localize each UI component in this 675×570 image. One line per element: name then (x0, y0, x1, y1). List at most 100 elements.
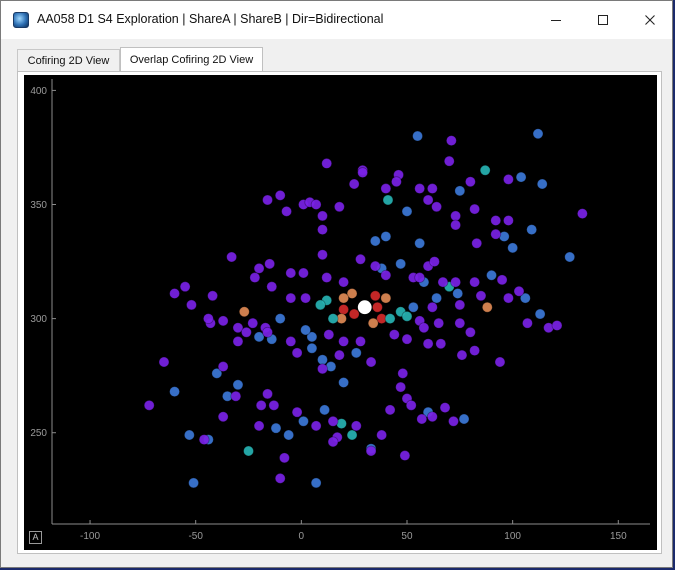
y-tick-label: 300 (30, 314, 47, 325)
data-point (551, 320, 563, 331)
data-point (450, 276, 461, 288)
data-point (188, 477, 199, 489)
data-point (300, 292, 311, 304)
data-point (426, 301, 438, 313)
y-tick-label: 350 (30, 200, 47, 211)
data-point (226, 251, 238, 263)
data-point (422, 338, 434, 350)
data-point (522, 317, 533, 329)
y-tick-label: 250 (30, 428, 47, 439)
data-point (169, 386, 180, 398)
data-point (270, 422, 282, 434)
minimize-button[interactable] (533, 1, 579, 39)
data-point (186, 299, 197, 311)
data-point (291, 406, 303, 418)
data-point (348, 178, 360, 190)
data-point (534, 308, 546, 320)
data-point (241, 326, 252, 338)
data-point (395, 258, 407, 270)
data-point (414, 183, 426, 194)
data-point (397, 367, 409, 379)
x-tick-label: 50 (401, 531, 413, 542)
data-point (454, 299, 466, 311)
data-point (350, 420, 362, 432)
data-point (401, 310, 413, 322)
tab-overlap-cofiring-2d-view[interactable]: Overlap Cofiring 2D View (120, 47, 263, 72)
data-point (479, 164, 491, 176)
data-point (327, 313, 339, 325)
data-point (306, 342, 318, 354)
x-tick-label: -100 (80, 531, 100, 542)
data-point (317, 354, 328, 366)
data-point (507, 242, 519, 254)
data-point (274, 472, 286, 484)
data-point (255, 399, 267, 411)
data-point (431, 292, 442, 304)
maximize-button[interactable] (580, 1, 626, 39)
data-point (418, 322, 430, 334)
data-point (369, 290, 381, 302)
data-point (357, 167, 369, 178)
data-point (232, 379, 244, 391)
y-tick-label: 400 (30, 86, 47, 97)
data-point (503, 292, 514, 304)
data-point (469, 276, 481, 288)
app-icon (13, 12, 29, 28)
scatter-plot[interactable]: -100 -50 0 50 100 150 250 300 350 400 (24, 75, 657, 550)
title-bar[interactable]: AA058 D1 S4 Exploration | ShareA | Share… (1, 1, 672, 39)
data-point (310, 420, 322, 432)
data-point (338, 336, 350, 347)
data-point (365, 445, 377, 457)
data-point (456, 349, 468, 361)
data-point (494, 356, 506, 368)
data-point (338, 377, 350, 388)
data-point (348, 308, 360, 320)
data-point (350, 347, 362, 359)
data-point (526, 224, 538, 236)
data-point (503, 174, 514, 185)
data-point (564, 251, 576, 263)
data-point (317, 249, 328, 261)
data-point (169, 288, 180, 299)
data-point (384, 404, 396, 416)
data-point (317, 224, 328, 236)
data-point (285, 336, 297, 347)
data-point (317, 363, 328, 375)
data-point (471, 237, 483, 249)
data-point (435, 338, 447, 350)
scatter-plot-svg: -100 -50 0 50 100 150 250 300 350 400 (30, 79, 650, 542)
data-point (217, 315, 229, 327)
data-point (285, 267, 297, 279)
close-button[interactable] (627, 1, 673, 39)
autoscale-button[interactable]: A (29, 531, 42, 544)
data-point (323, 329, 335, 340)
minimize-icon (551, 20, 561, 21)
tab-cofiring-2d-view[interactable]: Cofiring 2D View (17, 49, 120, 71)
data-point (401, 205, 413, 217)
data-point (367, 317, 379, 329)
data-point (388, 329, 400, 340)
data-point (399, 450, 411, 461)
data-point (183, 429, 195, 441)
data-point (450, 219, 461, 231)
data-point (448, 415, 459, 427)
data-point (338, 304, 350, 315)
selected-unit-point (357, 300, 372, 315)
x-tick-label: 100 (504, 531, 521, 542)
data-point (486, 269, 497, 281)
data-point (262, 388, 273, 400)
data-point (230, 390, 242, 402)
data-point (372, 301, 383, 313)
data-point (274, 189, 286, 201)
data-point (380, 183, 392, 194)
data-point (414, 237, 426, 249)
data-point (536, 178, 548, 190)
data-point (321, 272, 333, 283)
data-point (469, 203, 481, 215)
data-point (376, 429, 388, 441)
data-point (279, 452, 290, 464)
data-point (291, 347, 303, 359)
data-point (369, 260, 381, 272)
data-point (179, 281, 191, 293)
data-point (458, 413, 470, 425)
